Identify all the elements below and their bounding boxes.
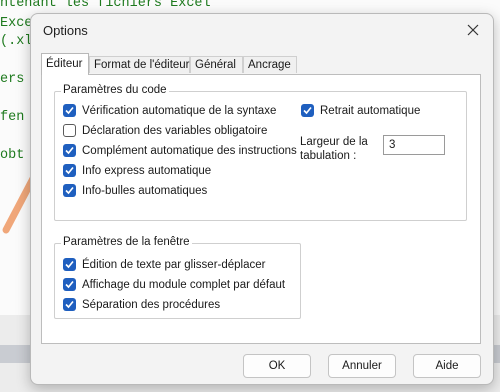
checkbox-label: Retrait automatique bbox=[320, 105, 421, 117]
ok-button[interactable]: OK bbox=[243, 354, 311, 378]
tab-general[interactable]: Général bbox=[190, 56, 243, 73]
tab-editeur[interactable]: Éditeur bbox=[41, 53, 89, 75]
group-title: Paramètres de la fenêtre bbox=[61, 236, 192, 248]
checkbox-checked-icon bbox=[63, 298, 76, 311]
dialog-title: Options bbox=[43, 23, 88, 38]
code-line: ntenant les fichiers Excel bbox=[0, 0, 211, 11]
options-dialog: Options Éditeur Format de l'éditeur Géné… bbox=[30, 13, 494, 385]
checkbox-label: Info express automatique bbox=[82, 165, 212, 177]
checkbox-checked-icon bbox=[63, 184, 76, 197]
checkbox-label: Séparation des procédures bbox=[82, 299, 221, 311]
cancel-button[interactable]: Annuler bbox=[328, 354, 396, 378]
window-settings-group: Paramètres de la fenêtre Édition de text… bbox=[54, 236, 301, 319]
close-button[interactable] bbox=[463, 20, 483, 40]
code-line: fen bbox=[0, 110, 25, 125]
checkbox-label: Affichage du module complet par défaut bbox=[82, 279, 286, 291]
checkbox-checked-icon bbox=[63, 144, 76, 157]
checkbox-checked-icon bbox=[63, 278, 76, 291]
checkbox-unchecked-icon bbox=[63, 124, 76, 137]
tab-width-label-line1: Largeur de la bbox=[300, 136, 368, 148]
code-settings-group: Paramètres du code Vérification automati… bbox=[54, 84, 467, 221]
code-line: ers bbox=[0, 72, 25, 87]
help-button[interactable]: Aide bbox=[413, 354, 481, 378]
checkbox-checked-icon bbox=[301, 104, 314, 117]
checkbox-checked-icon bbox=[63, 104, 76, 117]
tab-width-label-line2: tabulation : bbox=[300, 150, 357, 162]
close-icon bbox=[467, 24, 479, 36]
checkbox-label: Vérification automatique de la syntaxe bbox=[82, 105, 277, 117]
checkbox-label: Édition de texte par glisser-déplacer bbox=[82, 259, 266, 271]
group-title: Paramètres du code bbox=[61, 84, 169, 96]
tab-ancrage[interactable]: Ancrage bbox=[243, 56, 297, 73]
code-line: (.xl bbox=[0, 34, 33, 49]
checkbox-label: Complément automatique des instructions bbox=[82, 145, 297, 157]
checkbox-label: Déclaration des variables obligatoire bbox=[82, 125, 268, 137]
checkbox-label: Info-bulles automatiques bbox=[82, 185, 208, 197]
tab-format-editeur[interactable]: Format de l'éditeur bbox=[89, 56, 190, 73]
checkbox-checked-icon bbox=[63, 258, 76, 271]
code-line: Exce bbox=[0, 16, 33, 31]
tab-width-input[interactable]: 3 bbox=[383, 135, 445, 155]
checkbox-checked-icon bbox=[63, 164, 76, 177]
editor-tab-panel: Paramètres du code Vérification automati… bbox=[41, 74, 481, 344]
